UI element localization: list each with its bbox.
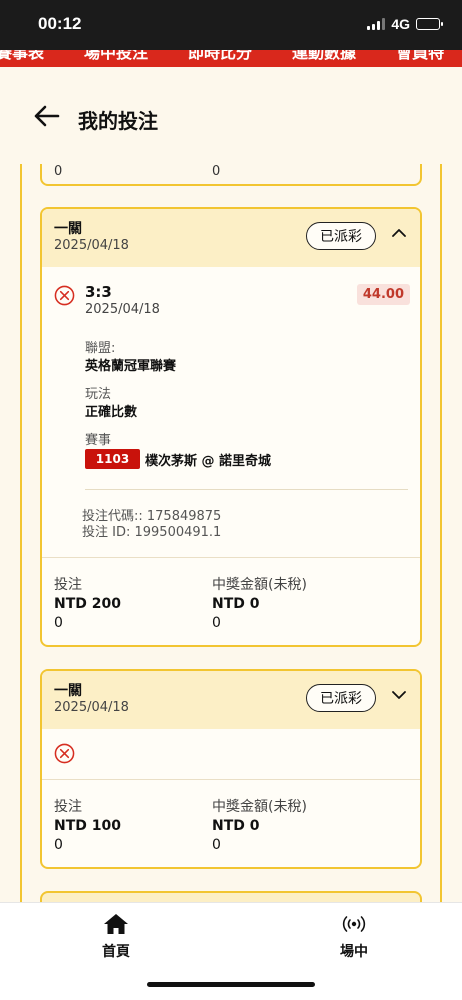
stake-column: 投注 NTD 200 0	[54, 576, 121, 633]
bet-card: 一關 2025/04/18 已派彩 3:3 2025/04/18 44.00 聯…	[40, 207, 422, 647]
top-nav-item-live-betting[interactable]: 場中投注	[84, 50, 148, 63]
selection-score: 3:3	[85, 283, 112, 301]
payout-amount: NTD 0	[212, 596, 260, 612]
chevron-up-icon[interactable]	[392, 226, 406, 240]
stub-right-value: 0	[212, 164, 221, 179]
divider	[85, 489, 408, 490]
league-label: 聯盟:	[85, 341, 116, 356]
signal-icon	[367, 18, 386, 30]
cross-circle-icon	[54, 285, 75, 306]
bet-type: 一關	[54, 221, 82, 237]
payout-sub: 0	[212, 615, 221, 631]
top-nav-item-schedule[interactable]: 賽事表	[0, 50, 44, 63]
tab-home-label: 首頁	[102, 944, 130, 960]
page-title: 我的投注	[78, 109, 158, 133]
previous-bet-card: 0 0	[40, 164, 422, 186]
tab-live[interactable]: 場中	[314, 913, 394, 961]
bet-selection: 3:3 2025/04/18 44.00 聯盟: 英格蘭冠軍聯賽 玩法 正確比數…	[42, 267, 420, 557]
payout-column: 中獎金額(未稅) NTD 0 0	[212, 576, 307, 633]
tab-live-label: 場中	[340, 944, 368, 960]
bet-date: 2025/04/18	[54, 238, 129, 253]
top-nav: 賽事表 場中投注 即時比分 運動數據 會員特	[0, 50, 462, 67]
bet-card-footer: 投注 NTD 100 0 中獎金額(未稅) NTD 0 0	[42, 779, 420, 867]
top-nav-item-sports-data[interactable]: 運動數據	[292, 50, 356, 63]
stake-label: 投注	[54, 799, 82, 815]
market-value: 正確比數	[85, 405, 138, 420]
market-label: 玩法	[85, 387, 112, 402]
bet-id: 投注 ID: 199500491.1	[82, 525, 222, 540]
cross-circle-icon	[54, 743, 75, 764]
stake-sub: 0	[54, 837, 63, 853]
home-indicator	[147, 982, 315, 987]
battery-icon	[416, 18, 443, 30]
status-badge: 已派彩	[306, 222, 376, 250]
bet-card: 一關 2025/04/18 已派彩 投注 NTD 100 0 中獎金額(未稅) …	[40, 669, 422, 869]
selection-date: 2025/04/18	[85, 302, 160, 317]
event-number-badge: 1103	[85, 449, 140, 469]
league-value: 英格蘭冠軍聯賽	[85, 359, 177, 374]
page-header: 我的投注	[0, 67, 462, 164]
bet-type: 一關	[54, 683, 82, 699]
top-nav-item-live-score[interactable]: 即時比分	[188, 50, 252, 63]
stake-column: 投注 NTD 100 0	[54, 798, 121, 855]
status-indicators: 4G	[367, 16, 443, 32]
back-arrow-icon[interactable]	[34, 105, 60, 132]
stub-left-value: 0	[54, 164, 63, 179]
live-broadcast-icon	[342, 916, 366, 932]
bet-list[interactable]: 0 0 一關 2025/04/18 已派彩 3:3 2025/04/18 44.…	[20, 164, 442, 902]
event-label: 賽事	[85, 433, 112, 448]
payout-label: 中獎金額(未稅)	[212, 799, 307, 815]
payout-amount: NTD 0	[212, 818, 260, 834]
bet-date: 2025/04/18	[54, 700, 129, 715]
odds-badge: 44.00	[356, 284, 410, 305]
bet-card-header[interactable]: 一關 2025/04/18 已派彩	[42, 209, 420, 267]
stake-amount: NTD 200	[54, 596, 121, 612]
stake-label: 投注	[54, 577, 82, 593]
status-bar: 00:12 4G	[0, 0, 462, 50]
stake-sub: 0	[54, 615, 63, 631]
event-name: 樸次茅斯 @ 諾里奇城	[145, 453, 272, 469]
status-badge: 已派彩	[306, 684, 376, 712]
bet-card-footer: 投注 NTD 200 0 中獎金額(未稅) NTD 0 0	[42, 557, 420, 645]
payout-column: 中獎金額(未稅) NTD 0 0	[212, 798, 307, 855]
bet-card-header[interactable]: 一關 2025/04/18 已派彩	[42, 671, 420, 729]
stake-amount: NTD 100	[54, 818, 121, 834]
payout-sub: 0	[212, 837, 221, 853]
next-bet-card	[40, 891, 422, 902]
tab-home[interactable]: 首頁	[76, 913, 156, 961]
network-type: 4G	[391, 16, 410, 32]
bet-selection	[42, 729, 420, 779]
chevron-down-icon[interactable]	[392, 688, 406, 702]
event-row: 1103 樸次茅斯 @ 諾里奇城	[85, 449, 271, 469]
status-time: 00:12	[38, 14, 82, 33]
payout-label: 中獎金額(未稅)	[212, 577, 307, 593]
home-icon	[104, 914, 128, 934]
top-nav-item-member[interactable]: 會員特	[396, 50, 444, 63]
